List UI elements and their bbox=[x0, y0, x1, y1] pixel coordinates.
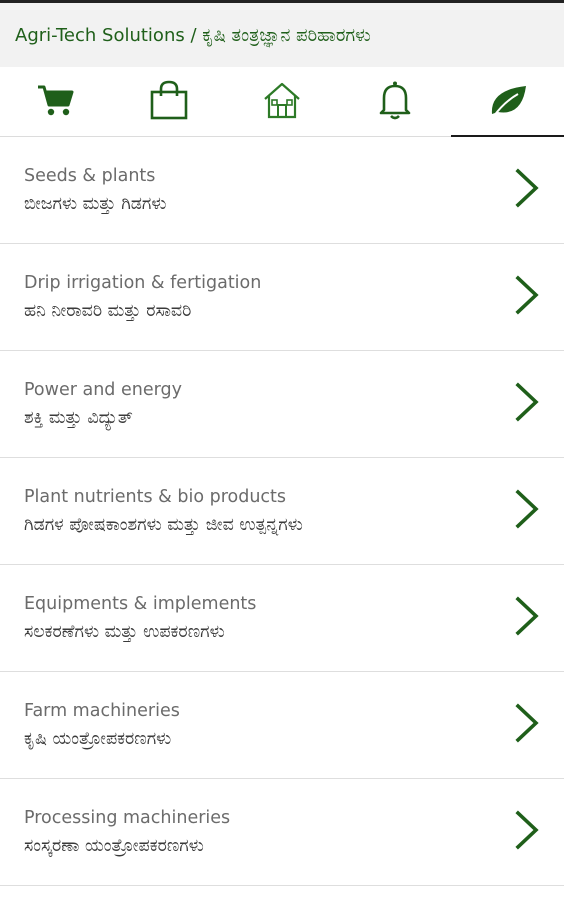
tab-bar bbox=[0, 67, 564, 137]
category-label-en: Drip irrigation & fertigation bbox=[24, 273, 262, 293]
category-label-kn: ಹನಿ ನೀರಾವರಿ ಮತ್ತು ರಸಾವರಿ bbox=[24, 301, 192, 321]
list-item[interactable]: Drip irrigation & fertigation ಹನಿ ನೀರಾವರ… bbox=[0, 244, 564, 351]
category-list: Seeds & plants ಬೀಜಗಳು ಮತ್ತು ಗಿಡಗಳು Drip … bbox=[0, 137, 564, 886]
chevron-right-icon bbox=[514, 809, 540, 855]
category-label-kn: ಗಿಡಗಳ ಪೋಷಕಾಂಶಗಳು ಮತ್ತು ಜೀವ ಉತ್ಪನ್ನಗಳು bbox=[24, 515, 303, 535]
tab-shopping-bag[interactable] bbox=[113, 67, 226, 136]
cart-icon bbox=[34, 78, 78, 126]
chevron-right-icon bbox=[514, 167, 540, 213]
category-label-en: Power and energy bbox=[24, 380, 182, 400]
home-icon bbox=[260, 78, 304, 126]
tab-notifications[interactable] bbox=[338, 67, 451, 136]
chevron-right-icon bbox=[514, 488, 540, 534]
category-label-en: Plant nutrients & bio products bbox=[24, 487, 287, 507]
chevron-right-icon bbox=[514, 702, 540, 748]
tab-home[interactable] bbox=[226, 67, 339, 136]
list-item[interactable]: Seeds & plants ಬೀಜಗಳು ಮತ್ತು ಗಿಡಗಳು bbox=[0, 137, 564, 244]
category-label-kn: ಕೃಷಿ ಯಂತ್ರೋಪಕರಣಗಳು bbox=[24, 729, 172, 749]
list-item[interactable]: Processing machineries ಸಂಸ್ಕರಣಾ ಯಂತ್ರೋಪಕ… bbox=[0, 779, 564, 886]
list-item[interactable]: Power and energy ಶಕ್ತಿ ಮತ್ತು ವಿದ್ಯುತ್ bbox=[0, 351, 564, 458]
app-title: Agri-Tech Solutions / ಕೃಷಿ ತಂತ್ರಜ್ಞಾನ ಪರ… bbox=[15, 24, 371, 46]
category-label-en: Farm machineries bbox=[24, 701, 180, 721]
bell-icon bbox=[373, 78, 417, 126]
chevron-right-icon bbox=[514, 381, 540, 427]
category-label-en: Processing machineries bbox=[24, 808, 231, 828]
chevron-right-icon bbox=[514, 274, 540, 320]
category-label-kn: ಸಂಸ್ಕರಣಾ ಯಂತ್ರೋಪಕರಣಗಳು bbox=[24, 836, 204, 856]
app-header: Agri-Tech Solutions / ಕೃಷಿ ತಂತ್ರಜ್ಞಾನ ಪರ… bbox=[0, 3, 564, 67]
list-item[interactable]: Plant nutrients & bio products ಗಿಡಗಳ ಪೋಷ… bbox=[0, 458, 564, 565]
tab-cart[interactable] bbox=[0, 67, 113, 136]
category-label-kn: ಸಲಕರಣೆಗಳು ಮತ್ತು ಉಪಕರಣಗಳು bbox=[24, 622, 225, 642]
category-label-kn: ಬೀಜಗಳು ಮತ್ತು ಗಿಡಗಳು bbox=[24, 194, 167, 214]
category-label-kn: ಶಕ್ತಿ ಮತ್ತು ವಿದ್ಯುತ್ bbox=[24, 408, 133, 428]
list-item[interactable]: Farm machineries ಕೃಷಿ ಯಂತ್ರೋಪಕರಣಗಳು bbox=[0, 672, 564, 779]
category-label-en: Seeds & plants bbox=[24, 166, 156, 186]
shopping-bag-icon bbox=[147, 78, 191, 126]
list-item[interactable]: Equipments & implements ಸಲಕರಣೆಗಳು ಮತ್ತು … bbox=[0, 565, 564, 672]
chevron-right-icon bbox=[514, 595, 540, 641]
leaf-icon bbox=[486, 78, 530, 126]
category-label-en: Equipments & implements bbox=[24, 594, 257, 614]
tab-agri-products[interactable] bbox=[451, 67, 564, 137]
